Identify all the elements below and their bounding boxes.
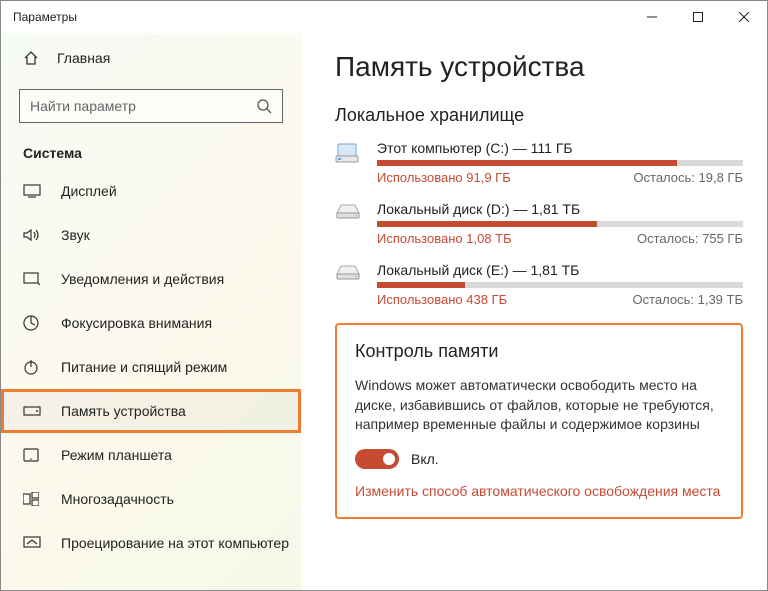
projecting-icon — [23, 536, 41, 550]
sidebar-item-label: Память устройства — [61, 403, 186, 419]
drive-used: Использовано 1,08 ТБ — [377, 231, 512, 246]
window-controls — [629, 1, 767, 33]
drive-bar — [377, 221, 743, 227]
drive-icon — [335, 201, 365, 246]
titlebar: Параметры — [1, 1, 767, 33]
sidebar-item-sound[interactable]: Звук — [1, 213, 301, 257]
sidebar-item-label: Звук — [61, 227, 90, 243]
drive-free: Осталось: 1,39 ТБ — [633, 292, 744, 307]
drive-row[interactable]: Локальный диск (E:) — 1,81 ТБ Использован… — [335, 262, 743, 307]
window-title: Параметры — [13, 10, 77, 24]
body: Главная Система Дисплей — [1, 33, 767, 590]
sidebar-item-notifications[interactable]: Уведомления и действия — [1, 257, 301, 301]
search-input[interactable] — [19, 89, 283, 123]
drive-icon — [335, 140, 365, 185]
maximize-button[interactable] — [675, 1, 721, 33]
tablet-icon — [23, 448, 41, 462]
drive-icon — [335, 262, 365, 307]
storage-sense-desc: Windows может автоматически освободить м… — [355, 376, 723, 435]
sidebar-item-power[interactable]: Питание и спящий режим — [1, 345, 301, 389]
sidebar-item-display[interactable]: Дисплей — [1, 169, 301, 213]
sidebar-item-focus[interactable]: Фокусировка внимания — [1, 301, 301, 345]
drive-free: Осталось: 755 ГБ — [637, 231, 743, 246]
sidebar-item-tablet[interactable]: Режим планшета — [1, 433, 301, 477]
sidebar-item-multitasking[interactable]: Многозадачность — [1, 477, 301, 521]
drive-bar — [377, 160, 743, 166]
drive-used: Использовано 91,9 ГБ — [377, 170, 511, 185]
page-title: Память устройства — [335, 51, 743, 83]
sidebar-item-projecting[interactable]: Проецирование на этот компьютер — [1, 521, 301, 565]
storage-icon — [23, 406, 41, 416]
drive-free: Осталось: 19,8 ГБ — [633, 170, 743, 185]
sidebar-item-label: Режим планшета — [61, 447, 172, 463]
home-icon — [23, 50, 39, 66]
sidebar-item-label: Многозадачность — [61, 491, 174, 507]
sidebar-item-label: Уведомления и действия — [61, 271, 224, 287]
storage-sense-title: Контроль памяти — [355, 341, 723, 362]
search-icon — [256, 98, 272, 114]
drive-label: Локальный диск (E:) — 1,81 ТБ — [377, 262, 743, 278]
settings-window: Параметры Главная — [0, 0, 768, 591]
storage-sense-link[interactable]: Изменить способ автоматического освобожд… — [355, 483, 723, 499]
minimize-button[interactable] — [629, 1, 675, 33]
drive-row[interactable]: Этот компьютер (C:) — 111 ГБ Использовано… — [335, 140, 743, 185]
drive-label: Этот компьютер (C:) — 111 ГБ — [377, 140, 743, 156]
toggle-label: Вкл. — [411, 451, 439, 467]
sidebar: Главная Система Дисплей — [1, 33, 301, 590]
drive-bar — [377, 282, 743, 288]
category-label: Система — [1, 135, 301, 169]
local-storage-title: Локальное хранилище — [335, 105, 743, 126]
drive-label: Локальный диск (D:) — 1,81 ТБ — [377, 201, 743, 217]
search-field[interactable] — [30, 98, 236, 114]
sidebar-item-label: Дисплей — [61, 183, 117, 199]
notifications-icon — [23, 272, 41, 286]
focus-icon — [23, 315, 41, 331]
close-button[interactable] — [721, 1, 767, 33]
main-content: Память устройства Локальное хранилище Эт… — [301, 33, 767, 590]
display-icon — [23, 184, 41, 198]
sidebar-item-label: Фокусировка внимания — [61, 315, 212, 331]
sidebar-item-label: Проецирование на этот компьютер — [61, 535, 289, 551]
sidebar-item-label: Питание и спящий режим — [61, 359, 227, 375]
sidebar-item-storage[interactable]: Память устройства — [1, 389, 301, 433]
sound-icon — [23, 228, 41, 242]
drive-row[interactable]: Локальный диск (D:) — 1,81 ТБ Использован… — [335, 201, 743, 246]
multitasking-icon — [23, 492, 41, 506]
storage-sense-box: Контроль памяти Windows может автоматиче… — [335, 323, 743, 519]
drive-used: Использовано 438 ГБ — [377, 292, 507, 307]
home-link[interactable]: Главная — [1, 39, 301, 77]
storage-sense-toggle[interactable] — [355, 449, 399, 469]
home-label: Главная — [57, 50, 110, 66]
power-icon — [23, 359, 41, 375]
